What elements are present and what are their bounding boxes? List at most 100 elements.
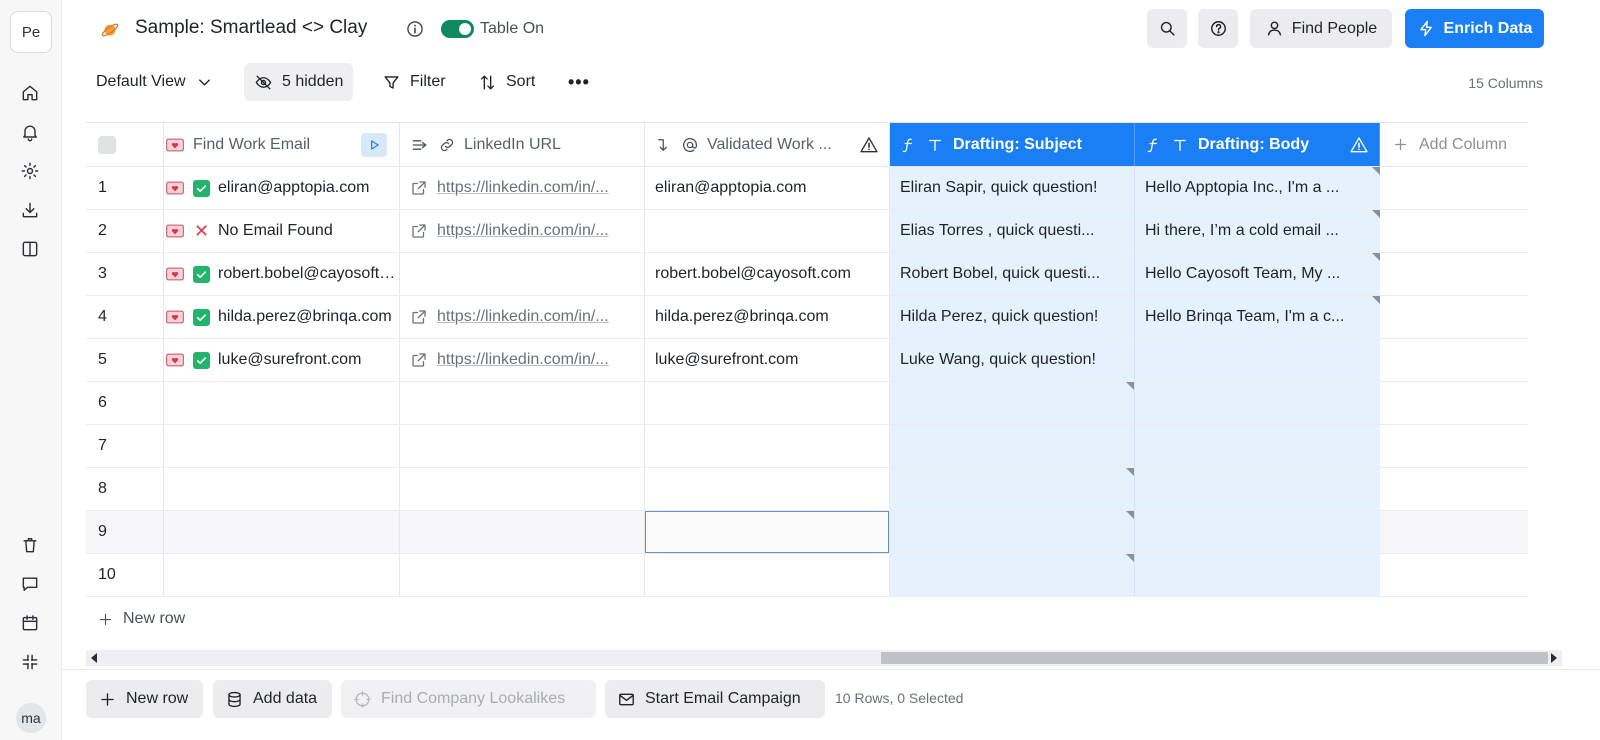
scrollbar-thumb[interactable] — [881, 652, 1548, 664]
cell-drafting-subject[interactable] — [890, 511, 1135, 553]
cell-empty[interactable] — [1380, 167, 1528, 209]
cell-empty[interactable] — [1380, 382, 1528, 424]
warning-icon[interactable] — [1349, 135, 1369, 155]
bell-icon[interactable] — [19, 121, 41, 143]
table-row[interactable]: 4 hilda.perez@brinqa.com https://linkedi… — [86, 296, 1528, 339]
external-link-icon[interactable] — [410, 179, 428, 197]
cell-find-work-email[interactable]: ✕ No Email Found — [164, 210, 400, 252]
table-row[interactable]: 1 eliran@apptopia.com https://linkedin.c… — [86, 167, 1528, 210]
table-toggle[interactable] — [441, 20, 474, 38]
cell-empty[interactable] — [1380, 339, 1528, 381]
filter-button[interactable]: Filter — [374, 63, 454, 101]
cell-drafting-body[interactable] — [1135, 425, 1380, 467]
cell-empty[interactable] — [1380, 468, 1528, 510]
cell-drafting-body[interactable]: Hello Cayosoft Team, My ... — [1135, 253, 1380, 295]
cell-empty[interactable] — [645, 425, 890, 467]
external-link-icon[interactable] — [410, 222, 428, 240]
cell-drafting-subject[interactable] — [890, 554, 1135, 596]
add-column-button[interactable]: Add Column — [1380, 123, 1528, 166]
cell-empty[interactable] — [1380, 253, 1528, 295]
cell-linkedin-url[interactable]: https://linkedin.com/in/... — [400, 296, 645, 338]
cell-empty[interactable] — [645, 468, 890, 510]
panel-icon[interactable] — [19, 238, 41, 260]
cell-drafting-subject[interactable]: Robert Bobel, quick questi... — [890, 253, 1135, 295]
workspace-badge[interactable]: Pe — [10, 11, 52, 53]
cell-empty[interactable] — [645, 382, 890, 424]
cell-validated-work-email[interactable]: robert.bobel@cayosoft.com — [645, 253, 890, 295]
add-data-button[interactable]: Add data — [213, 680, 332, 718]
enrich-data-button[interactable]: Enrich Data — [1405, 9, 1544, 48]
cell-find-work-email[interactable]: hilda.perez@brinqa.com — [164, 296, 400, 338]
new-row-button[interactable]: New row — [86, 680, 203, 718]
info-icon[interactable] — [405, 19, 425, 39]
cell-linkedin-url[interactable]: https://linkedin.com/in/... — [400, 339, 645, 381]
external-link-icon[interactable] — [410, 351, 428, 369]
table-row[interactable]: 9 — [86, 511, 1528, 554]
cell-drafting-body[interactable] — [1135, 382, 1380, 424]
table-row[interactable]: 8 — [86, 468, 1528, 511]
cell-empty[interactable] — [400, 425, 645, 467]
cell-validated-work-email[interactable]: hilda.perez@brinqa.com — [645, 296, 890, 338]
search-button[interactable] — [1147, 9, 1187, 48]
cell-drafting-body[interactable] — [1135, 468, 1380, 510]
cell-drafting-subject[interactable] — [890, 382, 1135, 424]
trash-icon[interactable] — [19, 534, 41, 556]
column-header-linkedin-url[interactable]: LinkedIn URL — [400, 123, 645, 166]
table-row[interactable]: 3 robert.bobel@cayosoft.com robert.bobel… — [86, 253, 1528, 296]
cell-empty[interactable] — [164, 468, 400, 510]
cell-find-work-email[interactable]: eliran@apptopia.com — [164, 167, 400, 209]
view-selector[interactable]: Default View — [88, 63, 222, 101]
linkedin-link[interactable]: https://linkedin.com/in/... — [437, 222, 609, 240]
column-header-find-work-email[interactable]: Find Work Email — [164, 123, 400, 166]
cell-validated-work-email[interactable] — [645, 210, 890, 252]
find-company-lookalikes-button[interactable]: Find Company Lookalikes — [341, 680, 596, 718]
cell-empty[interactable] — [400, 554, 645, 596]
column-header-validated-work-email[interactable]: Validated Work ... — [645, 123, 890, 166]
start-email-campaign-button[interactable]: Start Email Campaign — [605, 680, 825, 718]
new-row-inline-button[interactable]: New row — [98, 610, 185, 628]
find-people-button[interactable]: Find People — [1250, 9, 1392, 48]
table-row[interactable]: 5 luke@surefront.com https://linkedin.co… — [86, 339, 1528, 382]
scroll-left-arrow[interactable] — [91, 653, 97, 663]
cell-drafting-body[interactable] — [1135, 339, 1380, 381]
gear-icon[interactable] — [19, 160, 41, 182]
cell-drafting-subject[interactable]: Hilda Perez, quick question! — [890, 296, 1135, 338]
table-title[interactable]: Sample: Smartlead <> Clay — [135, 17, 367, 39]
cell-drafting-subject[interactable]: Eliran Sapir, quick question! — [890, 167, 1135, 209]
cell-validated-work-email[interactable]: eliran@apptopia.com — [645, 167, 890, 209]
horizontal-scrollbar[interactable] — [86, 650, 1562, 666]
linkedin-link[interactable]: https://linkedin.com/in/... — [437, 308, 609, 326]
user-avatar[interactable]: ma — [16, 703, 46, 733]
cell-empty[interactable] — [164, 511, 400, 553]
cell-empty[interactable] — [164, 382, 400, 424]
cell-linkedin-url[interactable]: https://linkedin.com/in/... — [400, 210, 645, 252]
run-column-button[interactable] — [361, 133, 387, 157]
cell-empty[interactable] — [1380, 425, 1528, 467]
column-header-drafting-body[interactable]: Drafting: Body — [1135, 123, 1380, 166]
calendar-icon[interactable] — [19, 612, 41, 634]
cell-drafting-subject[interactable] — [890, 425, 1135, 467]
scroll-right-arrow[interactable] — [1551, 653, 1557, 663]
cell-drafting-subject[interactable]: Luke Wang, quick question! — [890, 339, 1135, 381]
column-header-drafting-subject[interactable]: Drafting: Subject — [890, 123, 1135, 166]
home-icon[interactable] — [19, 82, 41, 104]
cell-drafting-body[interactable]: Hello Apptopia Inc., I'm a ... — [1135, 167, 1380, 209]
cell-drafting-body[interactable] — [1135, 511, 1380, 553]
cell-drafting-subject[interactable] — [890, 468, 1135, 510]
cell-drafting-body[interactable] — [1135, 554, 1380, 596]
table-row[interactable]: 10 — [86, 554, 1528, 597]
external-link-icon[interactable] — [410, 308, 428, 326]
chat-icon[interactable] — [19, 573, 41, 595]
cell-drafting-subject[interactable]: Elias Torres , quick questi... — [890, 210, 1135, 252]
cell-empty[interactable] — [1380, 296, 1528, 338]
cell-linkedin-url[interactable] — [400, 253, 645, 295]
cell-drafting-body[interactable]: Hi there, I’m a cold email ... — [1135, 210, 1380, 252]
cell-empty[interactable] — [164, 554, 400, 596]
more-options-button[interactable]: ••• — [560, 63, 598, 101]
table-row[interactable]: 2 ✕ No Email Found https://linkedin.com/… — [86, 210, 1528, 253]
cell-find-work-email[interactable]: robert.bobel@cayosoft.com — [164, 253, 400, 295]
cell-validated-work-email[interactable]: luke@surefront.com — [645, 339, 890, 381]
cell-linkedin-url[interactable]: https://linkedin.com/in/... — [400, 167, 645, 209]
cell-empty[interactable] — [1380, 511, 1528, 553]
cell-find-work-email[interactable]: luke@surefront.com — [164, 339, 400, 381]
